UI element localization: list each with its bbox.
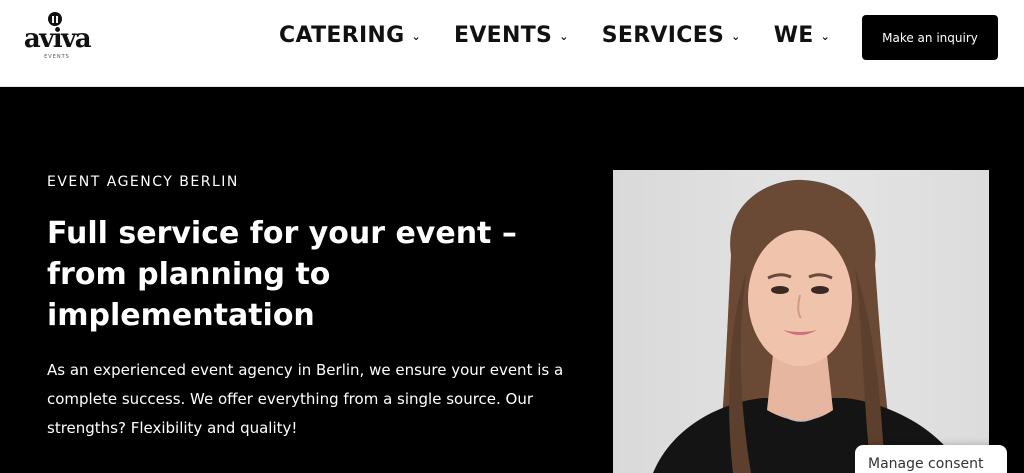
portrait-photo bbox=[613, 170, 989, 473]
nav-label: WE bbox=[773, 22, 814, 48]
chevron-down-icon: ⌄ bbox=[411, 30, 422, 43]
nav-item-we[interactable]: WE ⌄ bbox=[774, 19, 830, 51]
hero-description: As an experienced event agency in Berlin… bbox=[47, 361, 564, 437]
site-header: aviva EVENTS CATERING ⌄ EVENTS ⌄ SERVICE… bbox=[0, 0, 1024, 87]
chevron-down-icon: ⌄ bbox=[731, 30, 741, 43]
logo-subtitle: EVENTS bbox=[44, 54, 70, 60]
portrait-illustration bbox=[653, 179, 963, 473]
nav-item-events[interactable]: EVENTS ⌄ bbox=[454, 19, 569, 51]
nav-label: CATERING bbox=[279, 22, 405, 48]
logo-wordmark: aviva bbox=[23, 24, 92, 54]
chevron-down-icon: ⌄ bbox=[820, 30, 831, 43]
hero-eyebrow: EVENT AGENCY BERLIN bbox=[47, 174, 239, 190]
main-nav: CATERING ⌄ EVENTS ⌄ SERVICES ⌄ WE ⌄ bbox=[279, 19, 863, 51]
logo[interactable]: aviva EVENTS bbox=[22, 12, 92, 64]
nav-item-services[interactable]: SERVICES ⌄ bbox=[602, 19, 741, 51]
manage-consent-button[interactable]: Manage consent bbox=[855, 445, 1007, 473]
hero-title: Full service for your event – from plann… bbox=[47, 216, 517, 333]
chevron-down-icon: ⌄ bbox=[559, 30, 569, 43]
nav-item-catering[interactable]: CATERING ⌄ bbox=[279, 19, 421, 51]
nav-label: EVENTS bbox=[454, 22, 553, 48]
make-inquiry-button[interactable]: Make an inquiry bbox=[862, 15, 998, 60]
nav-label: SERVICES bbox=[601, 22, 725, 48]
